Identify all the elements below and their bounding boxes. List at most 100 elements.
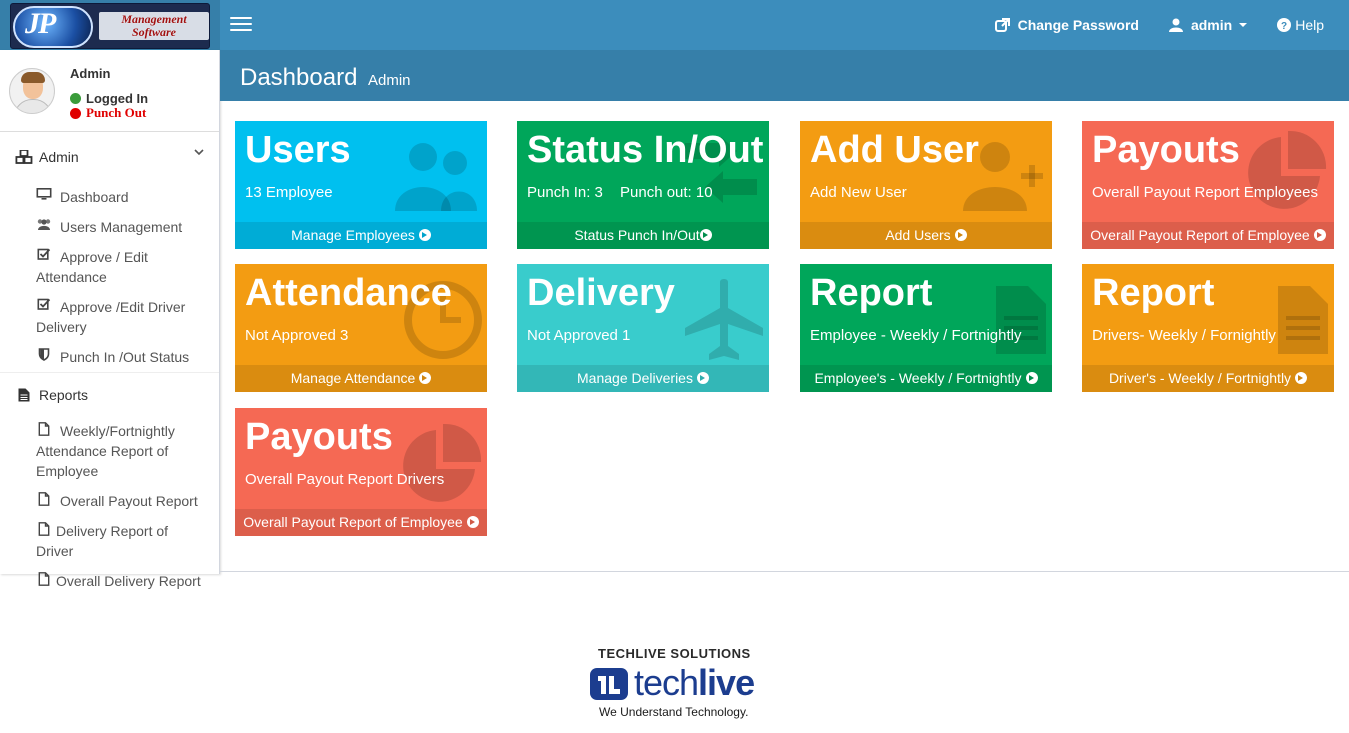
sidebar-item-overall-delivery-report[interactable]: Overall Delivery Report xyxy=(0,566,219,596)
tile-footer-link[interactable]: Add Users xyxy=(800,222,1052,249)
app-logo[interactable]: JP Management Software xyxy=(10,3,210,49)
tile-subtitle: Overall Payout Report Employees xyxy=(1092,184,1318,201)
tile-subtitle-secondary: Punch out: 10 xyxy=(620,184,713,201)
tile-payouts-employees[interactable]: Payouts Overall Payout Report Employees … xyxy=(1082,121,1334,249)
sidebar-item-weekly-attendance-report[interactable]: Weekly/Fortnightly Attendance Report of Em… xyxy=(0,416,219,486)
sidebar-item-approve-attendance[interactable]: Approve / Edit Attendance xyxy=(0,242,219,292)
tile-subtitle: 13 Employee xyxy=(245,184,333,201)
caret-down-icon xyxy=(1239,23,1248,27)
tile-report-drivers[interactable]: Report Drivers- Weekly / Fornightly Driv… xyxy=(1082,264,1334,392)
status-label: Logged In xyxy=(86,91,149,106)
sidebar-item-label: Punch In /Out Status xyxy=(60,349,190,365)
chevron-down-icon xyxy=(194,149,204,156)
sidebar-item-users-management[interactable]: Users Management xyxy=(0,212,219,242)
sidebar-item-label: Approve /Edit Driver xyxy=(60,299,186,315)
cubes-icon xyxy=(15,150,33,164)
sidebar-toggle-button[interactable] xyxy=(230,15,252,33)
check-square-icon xyxy=(37,298,51,310)
tile-footer-link[interactable]: Overall Payout Report of Employee xyxy=(1082,222,1334,249)
sidebar: Admin Logged In Punch Out Admin Dashboar… xyxy=(0,50,220,589)
sidebar-item-label: Overall Payout Report xyxy=(60,493,198,509)
check-square-icon xyxy=(37,248,51,260)
tile-subtitle: Add New User xyxy=(810,184,907,201)
plane-icon xyxy=(685,279,763,360)
shield-icon xyxy=(38,348,50,361)
tile-attendance[interactable]: Attendance Not Approved 3 Manage Attenda… xyxy=(235,264,487,392)
tile-title: Report xyxy=(1092,272,1215,314)
arrow-circle-right-icon xyxy=(418,229,431,241)
users-icon xyxy=(395,143,477,211)
punch-out-link[interactable]: Punch Out xyxy=(70,105,146,121)
change-password-link[interactable]: Change Password xyxy=(980,0,1154,50)
logo-letters: JP xyxy=(25,7,56,40)
tile-title: Report xyxy=(810,272,933,314)
document-icon xyxy=(1278,286,1328,354)
tile-footer-link[interactable]: Manage Attendance xyxy=(235,365,487,392)
top-navbar: JP Management Software Change Password a… xyxy=(0,0,1349,50)
brand-light: tech xyxy=(634,662,699,703)
user-menu-dropdown[interactable]: admin xyxy=(1154,0,1262,50)
user-panel: Admin Logged In Punch Out xyxy=(0,50,219,132)
footer-tagline: We Understand Technology. xyxy=(599,705,749,719)
tile-status-in-out[interactable]: Status In/Out Punch In: 3 Punch out: 10 … xyxy=(517,121,769,249)
tile-title: Status In/Out xyxy=(527,129,764,171)
tile-footer-link[interactable]: Manage Deliveries xyxy=(517,365,769,392)
tile-footer-link[interactable]: Driver's - Weekly / Fortnightly xyxy=(1082,365,1334,392)
tile-footer-label: Add Users xyxy=(885,227,951,243)
help-label: Help xyxy=(1295,17,1324,33)
sidebar-item-label-line2: Attendance xyxy=(36,269,107,285)
tile-subtitle: Not Approved 3 xyxy=(245,327,349,344)
file-icon xyxy=(38,522,50,536)
tile-add-user[interactable]: Add User Add New User Add Users xyxy=(800,121,1052,249)
tile-footer-link[interactable]: Employee's - Weekly / Fortnightly xyxy=(800,365,1052,392)
sidebar-section-admin[interactable]: Admin xyxy=(0,132,219,182)
footer-brand-logo: techlive xyxy=(590,662,770,706)
sidebar-section-reports[interactable]: Reports xyxy=(0,372,219,416)
tile-title: Payouts xyxy=(1092,129,1240,171)
avatar-body xyxy=(14,99,52,113)
sidebar-item-approve-driver-delivery[interactable]: Approve /Edit Driver Delivery xyxy=(0,292,219,342)
pie-chart-icon xyxy=(403,423,482,502)
hamburger-bar xyxy=(230,29,252,31)
tile-payouts-drivers[interactable]: Payouts Overall Payout Report Drivers Ov… xyxy=(235,408,487,536)
sidebar-item-label-line2: Attendance Report of xyxy=(36,443,169,459)
tile-subtitle: Not Approved 1 xyxy=(527,327,631,344)
punch-dot-icon xyxy=(70,107,81,119)
arrow-circle-right-icon xyxy=(466,516,479,528)
logo-area[interactable]: JP Management Software xyxy=(0,0,220,50)
tile-footer-link[interactable]: Manage Employees xyxy=(235,222,487,249)
sidebar-item-overall-payout-report[interactable]: Overall Payout Report xyxy=(0,486,219,516)
footer-divider xyxy=(220,571,1349,572)
user-name: Admin xyxy=(70,66,111,81)
tile-report-employees[interactable]: Report Employee - Weekly / Fortnightly E… xyxy=(800,264,1052,392)
footer-company-name: TECHLIVE SOLUTIONS xyxy=(598,646,751,661)
online-dot-icon xyxy=(70,93,81,104)
help-link[interactable]: ? Help xyxy=(1262,0,1349,50)
sidebar-section-label: Admin xyxy=(39,149,79,165)
avatar-hair xyxy=(21,72,45,83)
tile-footer-label: Driver's - Weekly / Fortnightly xyxy=(1108,370,1292,386)
sidebar-item-dashboard[interactable]: Dashboard xyxy=(0,182,219,212)
tile-title: Attendance xyxy=(245,272,452,314)
logo-text: Management Software xyxy=(99,12,209,40)
sidebar-item-label-line2: Delivery xyxy=(36,319,87,335)
tile-title: Add User xyxy=(810,129,979,171)
users-icon xyxy=(37,219,51,230)
tile-delivery[interactable]: Delivery Not Approved 1 Manage Deliverie… xyxy=(517,264,769,392)
sidebar-item-label: Overall Delivery Report xyxy=(56,573,201,589)
file-icon xyxy=(38,572,50,586)
sidebar-item-punch-status[interactable]: Punch In /Out Status xyxy=(0,342,219,372)
file-icon xyxy=(38,422,50,436)
tile-users[interactable]: Users 13 Employee Manage Employees xyxy=(235,121,487,249)
sidebar-item-delivery-report-driver[interactable]: Delivery Report of Driver xyxy=(0,516,219,566)
file-icon xyxy=(38,492,50,506)
tile-title: Users xyxy=(245,129,351,171)
tile-footer-link[interactable]: Status Punch In/Out xyxy=(517,222,769,249)
arrow-circle-right-icon xyxy=(1295,372,1308,384)
tile-footer-label: Manage Employees xyxy=(291,227,415,243)
document-icon xyxy=(996,286,1046,354)
change-password-label: Change Password xyxy=(1017,17,1139,33)
reports-submenu: Weekly/Fortnightly Attendance Report of Em… xyxy=(0,416,219,596)
tile-footer-link[interactable]: Overall Payout Report of Employee xyxy=(235,509,487,536)
arrow-circle-right-icon xyxy=(699,229,712,241)
